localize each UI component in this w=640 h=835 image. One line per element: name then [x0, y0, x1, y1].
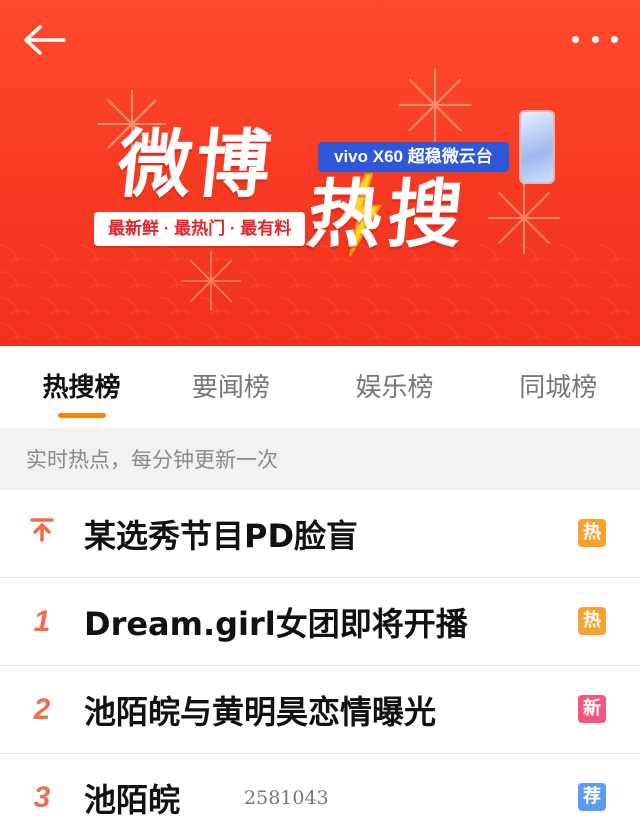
firework-decoration — [488, 182, 560, 254]
banner-tagline: 最新鲜 · 最热门 · 最有料 — [94, 212, 306, 246]
list-item[interactable]: 3 池陌皖 2581043 荐 — [0, 754, 640, 835]
hot-badge: 热 — [578, 519, 606, 547]
list-item[interactable]: 1 Dream.girl女团即将开播 热 — [0, 578, 640, 666]
rank-number: 1 — [33, 604, 51, 638]
firework-decoration — [398, 68, 472, 142]
rank-number: 2 — [33, 692, 51, 726]
tab-label: 同城榜 — [519, 373, 598, 403]
pin-top-icon — [0, 517, 84, 551]
tab-local[interactable]: 同城榜 — [476, 346, 640, 428]
tab-label: 热搜榜 — [42, 373, 121, 403]
hot-badge: 热 — [578, 607, 606, 635]
hot-search-banner: 微博 vivo X60 超稳微云台 最新鲜 · 最热门 · 最有料 热搜 — [0, 0, 640, 346]
rank-number: 3 — [33, 781, 51, 814]
back-button[interactable] — [22, 20, 72, 60]
tab-entertainment[interactable]: 娱乐榜 — [313, 346, 477, 428]
tab-label: 娱乐榜 — [355, 373, 434, 403]
list-item-title: 池陌皖 — [84, 781, 181, 819]
new-badge: 新 — [578, 695, 606, 723]
tab-label: 要闻榜 — [191, 373, 270, 403]
banner-title-weibo: 微博 — [113, 122, 279, 208]
active-tab-indicator — [57, 413, 106, 418]
list-item-title: 池陌皖与黄明昊恋情曝光 — [84, 692, 437, 731]
sponsor-label: vivo X60 超稳微云台 — [318, 142, 509, 172]
search-count: 2581043 — [244, 787, 329, 809]
tab-news[interactable]: 要闻榜 — [149, 346, 313, 428]
recommend-badge: 荐 — [578, 783, 606, 811]
banner-title-resou: 热搜 — [303, 172, 473, 258]
list-item[interactable]: 2 池陌皖与黄明昊恋情曝光 新 — [0, 666, 640, 754]
list-item-title: 某选秀节目PD脸盲 — [84, 516, 359, 555]
phone-image — [521, 112, 553, 182]
firework-decoration — [181, 251, 241, 311]
update-frequency-note: 实时热点，每分钟更新一次 — [0, 428, 640, 490]
ranking-tabs: 热搜榜 要闻榜 娱乐榜 同城榜 — [0, 346, 640, 428]
hot-search-list: 某选秀节目PD脸盲 热 1 Dream.girl女团即将开播 热 2 池陌皖与黄… — [0, 490, 640, 835]
list-item-title: Dream.girl女团即将开播 — [84, 604, 468, 643]
list-item[interactable]: 某选秀节目PD脸盲 热 — [0, 490, 640, 578]
arrow-left-icon — [24, 25, 66, 55]
more-dots-icon[interactable] — [572, 30, 618, 48]
tab-hot-search[interactable]: 热搜榜 — [14, 346, 149, 428]
